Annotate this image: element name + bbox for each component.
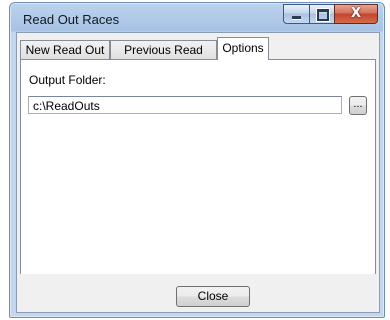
maximize-icon (317, 9, 329, 21)
output-folder-input[interactable]: c:\ReadOuts (28, 96, 342, 114)
output-folder-label: Output Folder: (29, 73, 106, 87)
browse-folder-button[interactable]: ... (349, 96, 367, 115)
title-bar[interactable]: Read Out Races X (10, 3, 384, 31)
maximize-button[interactable] (309, 4, 334, 24)
minimize-icon (292, 16, 301, 20)
read-out-races-window: Read Out Races X New Read Out Previous R… (9, 2, 385, 318)
close-button[interactable]: Close (176, 286, 250, 307)
tab-options[interactable]: Options (217, 37, 269, 60)
window-title: Read Out Races (23, 12, 120, 27)
close-window-button[interactable]: X (334, 4, 378, 24)
close-icon: X (350, 6, 362, 21)
caption-buttons: X (283, 4, 378, 24)
desktop-right (385, 0, 390, 320)
minimize-button[interactable] (283, 4, 309, 24)
desktop-left (0, 0, 9, 320)
tab-new-read-out[interactable]: New Read Out (20, 40, 110, 59)
dialog-client-area: New Read Out Previous Read Outs Options … (16, 32, 380, 313)
options-tab-panel: Output Folder: c:\ReadOuts ... (20, 59, 376, 275)
dialog-footer: Close (17, 274, 379, 312)
tab-previous-read-outs[interactable]: Previous Read Outs (110, 40, 217, 75)
